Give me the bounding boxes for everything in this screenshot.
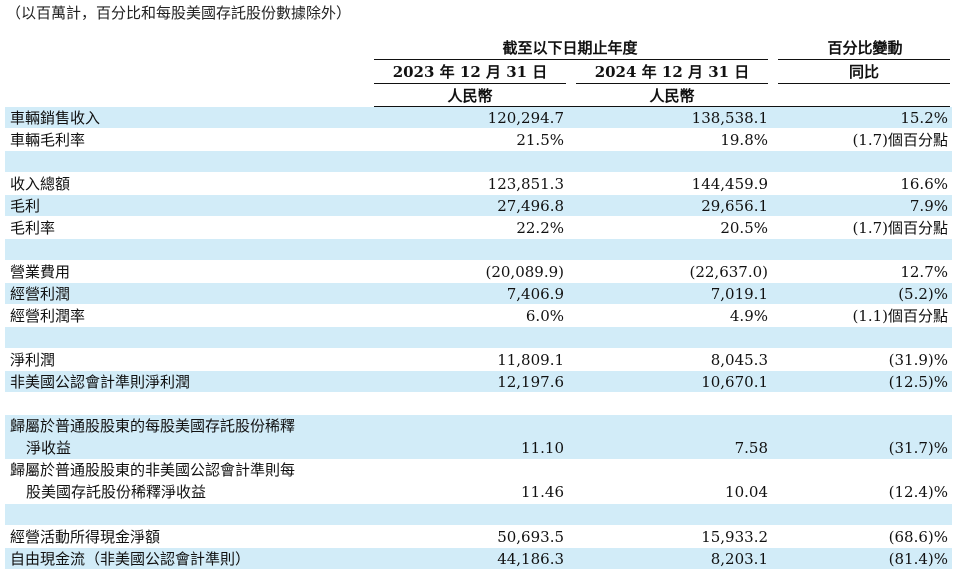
row-label-line1: 歸屬於普通股股東的每股美國存託股份稀釋 (10, 417, 296, 435)
header-rule-top-period (374, 59, 768, 60)
value-yoy: (1.1)個百分點 (852, 307, 948, 325)
value-2024: 138,538.1 (691, 109, 768, 127)
value-yoy: 7.9% (909, 197, 948, 215)
row-label: 經營利潤率 (10, 307, 86, 325)
value-2024: 19.8% (720, 131, 768, 149)
row-label: 收入總額 (10, 175, 71, 193)
value-2024: 10,670.1 (701, 373, 768, 391)
header-rule-dates-2 (576, 83, 768, 84)
value-yoy: 12.7% (900, 263, 948, 281)
value-2024: 15,933.2 (701, 528, 768, 546)
row-band (5, 283, 952, 304)
row-label: 毛利 (10, 197, 41, 215)
row-label: 經營利潤 (10, 285, 71, 303)
value-2023: 120,294.7 (487, 109, 564, 127)
col-2024-currency: 人民幣 (649, 87, 695, 105)
value-yoy: (1.7)個百分點 (852, 131, 948, 149)
value-2023: 21.5% (516, 131, 564, 149)
row-label: 自由現金流（非美國公認會計準則） (10, 550, 251, 568)
row-label: 淨利潤 (10, 351, 56, 369)
value-yoy: 16.6% (900, 175, 948, 193)
header-rule-top-change (778, 59, 950, 60)
value-yoy: (68.6)% (888, 528, 948, 546)
row-label: 毛利率 (10, 219, 56, 237)
row-label-line2: 股美國存託股份稀釋淨收益 (26, 483, 207, 501)
value-2024: 7.58 (734, 439, 768, 457)
value-2023: 11.46 (521, 483, 564, 501)
value-2023: 11.10 (521, 439, 564, 457)
value-2024: 7,019.1 (710, 285, 768, 303)
value-2023: (20,089.9) (485, 263, 564, 281)
row-band (5, 195, 952, 216)
value-yoy: (1.7)個百分點 (852, 219, 948, 237)
value-2023: 6.0% (525, 307, 564, 325)
row-label-line1: 歸屬於普通股股東的非美國公認會計準則每 (10, 461, 296, 479)
header-rule-dates-3 (778, 83, 950, 84)
value-yoy: (31.7)% (888, 439, 948, 457)
spacer-band (5, 239, 952, 260)
value-yoy: (12.4)% (888, 483, 948, 501)
spacer-band (5, 151, 952, 172)
value-2023: 7,406.9 (506, 285, 564, 303)
row-label: 非美國公認會計準則淨利潤 (10, 373, 191, 391)
change-group-header: 百分比變動 (827, 39, 903, 57)
value-2024: 144,459.9 (691, 175, 768, 193)
row-label: 經營活動所得現金淨額 (10, 528, 161, 546)
value-2023: 44,186.3 (497, 550, 564, 568)
value-yoy: (31.9)% (888, 351, 948, 369)
value-2023: 50,693.5 (497, 528, 564, 546)
value-2023: 11,809.1 (497, 351, 564, 369)
value-2024: 4.9% (729, 307, 768, 325)
value-2024: (22,637.0) (689, 263, 768, 281)
col-yoy-header: 同比 (848, 63, 879, 81)
row-band (5, 107, 952, 128)
value-2023: 27,496.8 (497, 197, 564, 215)
value-2023: 12,197.6 (497, 373, 564, 391)
col-2024-header: 2024 年 12 月 31 日 (594, 63, 750, 81)
value-yoy: 15.2% (900, 109, 948, 127)
value-2024: 8,045.3 (710, 351, 768, 369)
value-2024: 10.04 (725, 483, 768, 501)
spacer-band (5, 504, 952, 525)
value-2024: 8,203.1 (710, 550, 768, 568)
table-note: （以百萬計，百分比和每股美國存託股份數據除外） (6, 4, 352, 22)
value-yoy: (5.2)% (898, 285, 948, 303)
row-label-line2: 淨收益 (26, 439, 72, 457)
value-yoy: (12.5)% (888, 373, 948, 391)
value-2023: 22.2% (516, 219, 564, 237)
period-group-header: 截至以下日期止年度 (502, 39, 638, 57)
header-rule-dates-1 (374, 83, 566, 84)
col-2023-currency: 人民幣 (447, 87, 493, 105)
col-2023-header: 2023 年 12 月 31 日 (392, 63, 548, 81)
spacer-band (5, 327, 952, 348)
value-2024: 20.5% (720, 219, 768, 237)
value-2024: 29,656.1 (701, 197, 768, 215)
value-2023: 123,851.3 (487, 175, 564, 193)
row-label: 車輛銷售收入 (10, 109, 101, 127)
row-label: 車輛毛利率 (10, 131, 86, 149)
row-label: 營業費用 (10, 263, 71, 281)
value-yoy: (81.4)% (888, 550, 948, 568)
